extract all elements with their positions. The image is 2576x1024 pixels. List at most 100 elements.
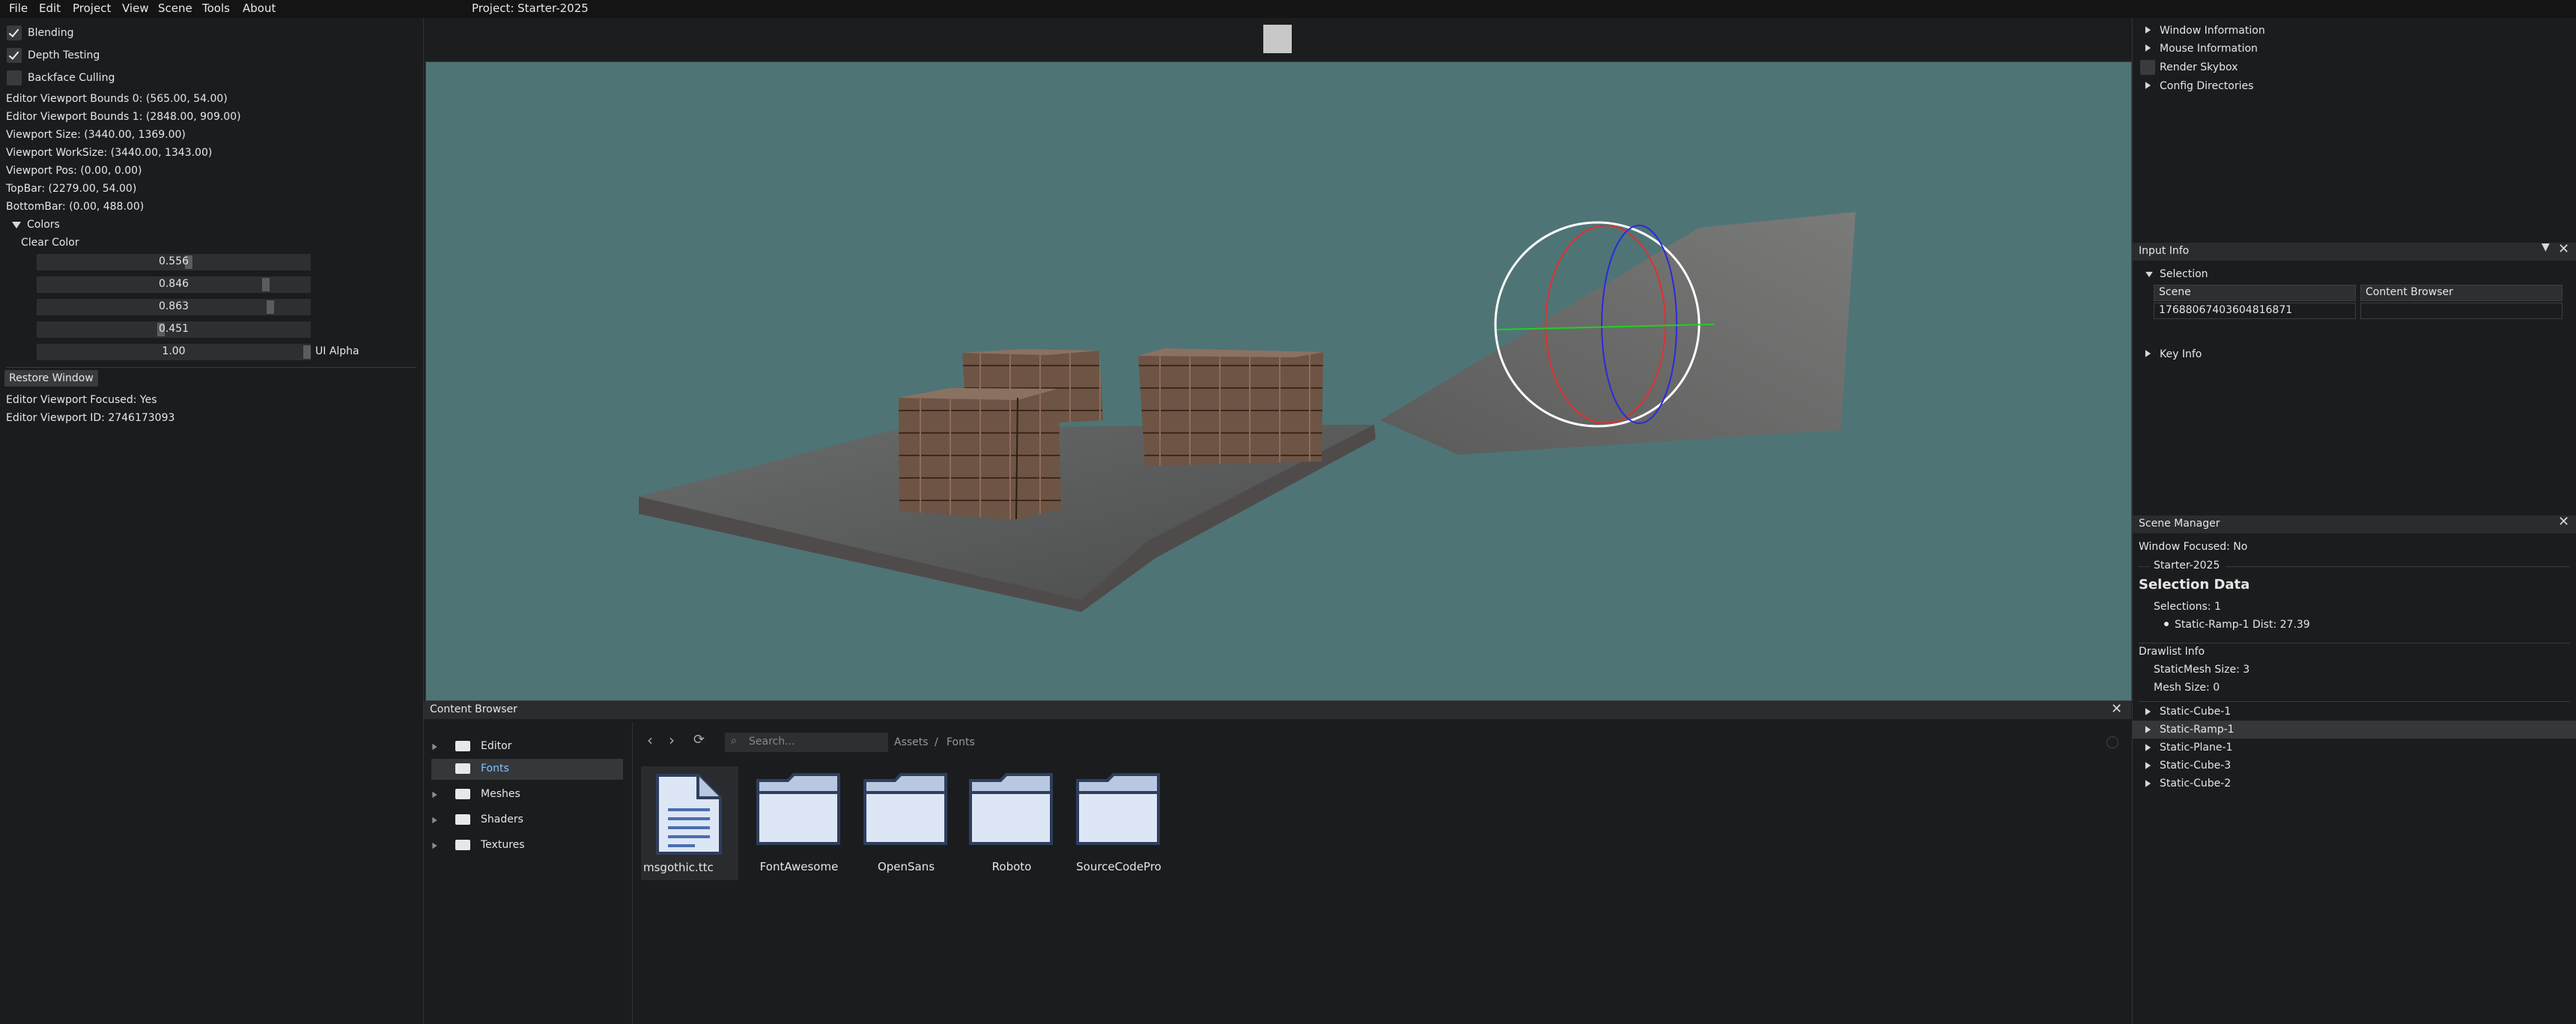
menu-about[interactable]: About <box>243 1 276 15</box>
chevron-right-icon[interactable] <box>432 842 437 849</box>
config-directories-header[interactable]: Config Directories <box>2160 80 2253 92</box>
chevron-right-icon[interactable] <box>432 743 437 751</box>
menu-edit[interactable]: Edit <box>39 1 61 15</box>
scene-item[interactable]: Static-Cube-3 <box>2133 757 2576 775</box>
menu-bar: File Edit Project View Scene Tools About… <box>0 0 2576 18</box>
restore-window-button[interactable]: Restore Window <box>4 370 98 387</box>
scene-item[interactable]: Static-Plane-1 <box>2133 739 2576 757</box>
colors-header[interactable]: Colors <box>27 219 60 231</box>
close-icon[interactable]: ✕ <box>2111 701 2122 717</box>
scene-item-label: Static-Cube-3 <box>2160 760 2232 772</box>
tree-item-textures[interactable]: Textures <box>431 835 623 856</box>
viewport-id-text: Editor Viewport ID: 2746173093 <box>6 412 175 424</box>
file-item[interactable]: msgothic.ttc <box>641 766 738 880</box>
breadcrumb-fonts[interactable]: Fonts <box>947 736 975 748</box>
slider-value: 1.00 <box>162 345 186 357</box>
folder-icon <box>455 789 470 799</box>
clear-color-a-slider[interactable]: 0.451 <box>37 321 311 338</box>
right-panel: Window Information Mouse Information Ren… <box>2132 18 2576 1024</box>
clear-color-label: Clear Color <box>21 237 79 249</box>
chevron-right-icon[interactable] <box>432 791 437 799</box>
input-info-title: Input Info <box>2139 245 2190 257</box>
key-info-header[interactable]: Key Info <box>2160 348 2202 360</box>
render-skybox-checkbox[interactable] <box>2140 60 2155 75</box>
ui-alpha-slider[interactable]: 1.00 <box>37 344 311 360</box>
chevron-right-icon[interactable] <box>2145 726 2151 733</box>
refresh-icon[interactable]: ⟳ <box>693 732 705 748</box>
chevron-right-icon[interactable] <box>2145 708 2151 715</box>
back-icon[interactable]: ‹ <box>647 731 653 749</box>
folder-item[interactable]: FontAwesome <box>750 772 848 884</box>
editor-viewport[interactable] <box>425 61 2132 701</box>
content-browser-tab[interactable]: Content Browser <box>424 701 2131 719</box>
tree-item-meshes[interactable]: Meshes <box>431 784 623 805</box>
menu-scene[interactable]: Scene <box>158 1 192 15</box>
selection-header[interactable]: Selection <box>2160 268 2208 280</box>
chevron-right-icon[interactable] <box>2145 44 2151 52</box>
chevron-right-icon[interactable] <box>432 817 437 824</box>
close-icon[interactable]: ✕ <box>2558 241 2569 257</box>
tree-item-shaders[interactable]: Shaders <box>431 810 623 831</box>
scene-name: Starter-2025 <box>2154 560 2220 572</box>
left-panel: Blending Depth Testing Backface Culling … <box>0 18 424 1024</box>
clear-color-r-slider[interactable]: 0.556 <box>37 254 311 270</box>
file-name: msgothic.ttc <box>643 861 714 874</box>
slider-value: 0.556 <box>158 255 189 267</box>
scene-item[interactable]: Static-Cube-2 <box>2133 775 2576 793</box>
tree-item-label: Meshes <box>481 788 520 800</box>
breadcrumb-separator: / <box>935 736 938 748</box>
close-icon[interactable]: ✕ <box>2558 514 2569 530</box>
ui-alpha-label: UI Alpha <box>315 345 359 357</box>
menu-view[interactable]: View <box>122 1 149 15</box>
clear-color-b-slider[interactable]: 0.863 <box>37 299 311 315</box>
search-icon: ⌕ <box>731 735 737 747</box>
folder-icon <box>1076 773 1160 845</box>
window-information-header[interactable]: Window Information <box>2160 25 2265 37</box>
slider-value: 0.863 <box>158 300 189 312</box>
chevron-right-icon[interactable] <box>2145 350 2151 357</box>
tree-item-label: Editor <box>481 740 512 752</box>
content-browser-title: Content Browser <box>430 703 517 715</box>
folder-item[interactable]: Roboto <box>963 772 1060 884</box>
viewport-focused-text: Editor Viewport Focused: Yes <box>6 394 157 406</box>
play-button[interactable] <box>1263 25 1292 53</box>
colors-expand-icon[interactable] <box>12 222 21 228</box>
depth-testing-checkbox[interactable] <box>7 48 22 63</box>
scene-item[interactable]: Static-Cube-1 <box>2133 703 2576 721</box>
depth-testing-label: Depth Testing <box>28 49 100 61</box>
scene-item-label: Static-Cube-2 <box>2160 778 2232 790</box>
settings-icon[interactable] <box>2106 736 2118 748</box>
static-cube-mesh <box>1138 348 1323 466</box>
chevron-right-icon[interactable] <box>2145 82 2151 89</box>
dropdown-icon[interactable]: ▼ <box>2542 241 2550 253</box>
chevron-right-icon[interactable] <box>2145 744 2151 751</box>
slider-value: 0.846 <box>158 278 189 290</box>
breadcrumb-assets[interactable]: Assets <box>894 736 929 748</box>
tree-item-editor[interactable]: Editor <box>431 736 623 757</box>
scene-item[interactable]: Static-Ramp-1 <box>2133 721 2576 739</box>
input-info-tab[interactable]: Input Info <box>2133 243 2576 261</box>
search-input[interactable]: ⌕ Search... <box>725 733 888 752</box>
folder-icon <box>455 840 470 850</box>
backface-culling-checkbox[interactable] <box>7 70 22 85</box>
chevron-right-icon[interactable] <box>2145 762 2151 769</box>
folder-item[interactable]: SourceCodePro <box>1070 772 1167 884</box>
search-placeholder: Search... <box>749 736 795 748</box>
mesh-size: Mesh Size: 0 <box>2154 682 2220 694</box>
blending-checkbox[interactable] <box>7 25 22 40</box>
menu-project[interactable]: Project <box>73 1 111 15</box>
scene-manager-title: Scene Manager <box>2139 518 2220 530</box>
chevron-right-icon[interactable] <box>2145 26 2151 34</box>
clear-color-g-slider[interactable]: 0.846 <box>37 276 311 293</box>
table-header: Scene <box>2154 285 2356 301</box>
scene-manager-tab[interactable]: Scene Manager <box>2133 515 2576 533</box>
menu-file[interactable]: File <box>9 1 28 15</box>
chevron-right-icon[interactable] <box>2145 780 2151 787</box>
mouse-information-header[interactable]: Mouse Information <box>2160 43 2258 55</box>
forward-icon[interactable]: › <box>669 731 675 749</box>
chevron-down-icon[interactable] <box>2145 271 2153 278</box>
folder-icon <box>455 741 470 751</box>
tree-item-fonts[interactable]: Fonts <box>431 759 623 780</box>
menu-tools[interactable]: Tools <box>202 1 230 15</box>
folder-item[interactable]: OpenSans <box>857 772 955 884</box>
